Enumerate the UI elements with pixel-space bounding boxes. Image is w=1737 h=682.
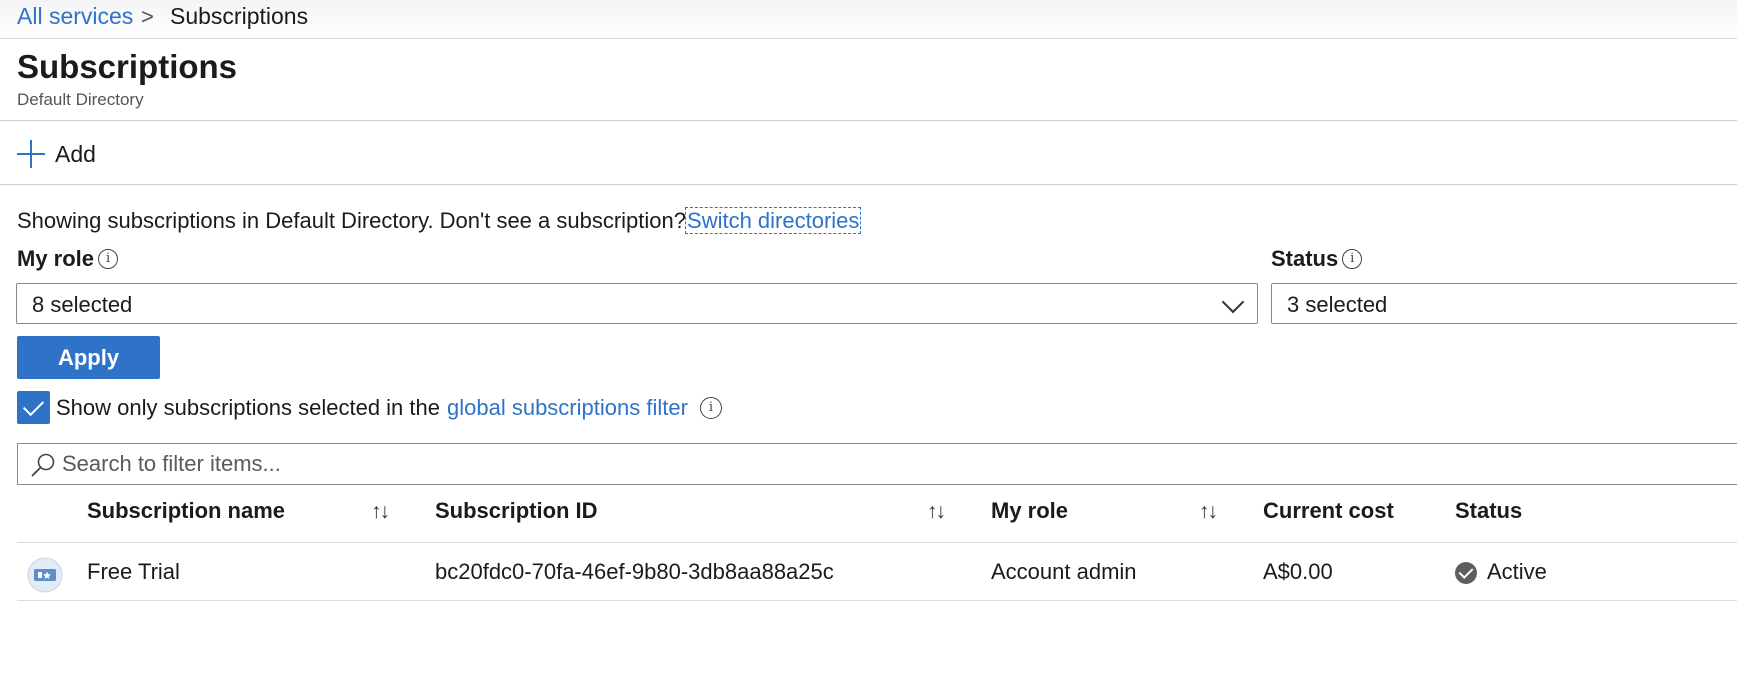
my-role-label-text: My role [17, 246, 95, 271]
cell-current-cost: A$0.00 [1263, 559, 1333, 584]
cell-subscription-id: bc20fdc0-70fa-46ef-9b80-3db8aa88a25c [435, 559, 834, 584]
global-filter-checkbox[interactable] [17, 391, 50, 424]
my-role-dropdown[interactable]: 8 selected [16, 283, 1258, 324]
status-dropdown[interactable]: 3 selected [1271, 283, 1737, 324]
breadcrumb: All services > Subscriptions [0, 0, 1737, 39]
status-filter-label: Status i [1271, 246, 1363, 272]
directory-notice-text: Showing subscriptions in Default Directo… [17, 208, 687, 233]
table-header-divider [17, 542, 1737, 543]
page-title: Subscriptions [17, 48, 238, 85]
my-role-filter-label: My role i [17, 246, 119, 272]
directory-notice: Showing subscriptions in Default Directo… [17, 207, 862, 234]
breadcrumb-current: Subscriptions [170, 3, 309, 29]
status-label-text: Status [1271, 246, 1339, 271]
sort-icon[interactable]: ↑↓ [927, 500, 946, 524]
subscription-icon [27, 557, 63, 593]
cell-my-role: Account admin [991, 559, 1137, 584]
status-dropdown-value: 3 selected [1287, 292, 1388, 317]
info-icon[interactable]: i [98, 249, 119, 269]
page-subtitle: Default Directory [17, 90, 144, 109]
apply-button[interactable]: Apply [17, 336, 160, 379]
toolbar-divider-line [0, 184, 1737, 185]
chevron-down-icon [1221, 290, 1245, 314]
global-filter-text: Show only subscriptions selected in the [56, 394, 440, 420]
info-icon[interactable]: i [1342, 249, 1363, 269]
column-header-subscription-id[interactable]: Subscription ID [435, 498, 598, 524]
table-row[interactable] [17, 544, 1737, 601]
column-header-status: Status [1455, 498, 1523, 523]
my-role-dropdown-value: 8 selected [32, 292, 133, 317]
sort-icon[interactable]: ↑↓ [1199, 500, 1218, 524]
switch-directories-link[interactable]: Switch directories [685, 207, 862, 234]
breadcrumb-all-services-link[interactable]: All services [17, 3, 133, 30]
global-subscriptions-filter-link[interactable]: global subscriptions filter [447, 395, 688, 421]
column-header-current-cost: Current cost [1263, 498, 1394, 523]
plus-icon [17, 140, 45, 168]
header-divider-line [0, 120, 1737, 121]
search-box [17, 443, 1737, 485]
search-icon [31, 453, 55, 477]
info-icon[interactable]: i [699, 396, 722, 419]
breadcrumb-separator: > [141, 4, 154, 29]
add-button[interactable]: Add [17, 137, 96, 171]
column-header-my-role[interactable]: My role [991, 498, 1068, 524]
search-input[interactable] [62, 448, 1662, 480]
cell-subscription-name[interactable]: Free Trial [87, 559, 180, 585]
add-button-label: Add [55, 140, 96, 167]
sort-icon[interactable]: ↑↓ [371, 500, 390, 524]
cell-status: Active [1487, 559, 1547, 584]
check-circle-icon [1455, 562, 1477, 584]
column-header-subscription-name[interactable]: Subscription name [87, 498, 285, 524]
global-filter-option: Show only subscriptions selected in the … [17, 391, 722, 424]
